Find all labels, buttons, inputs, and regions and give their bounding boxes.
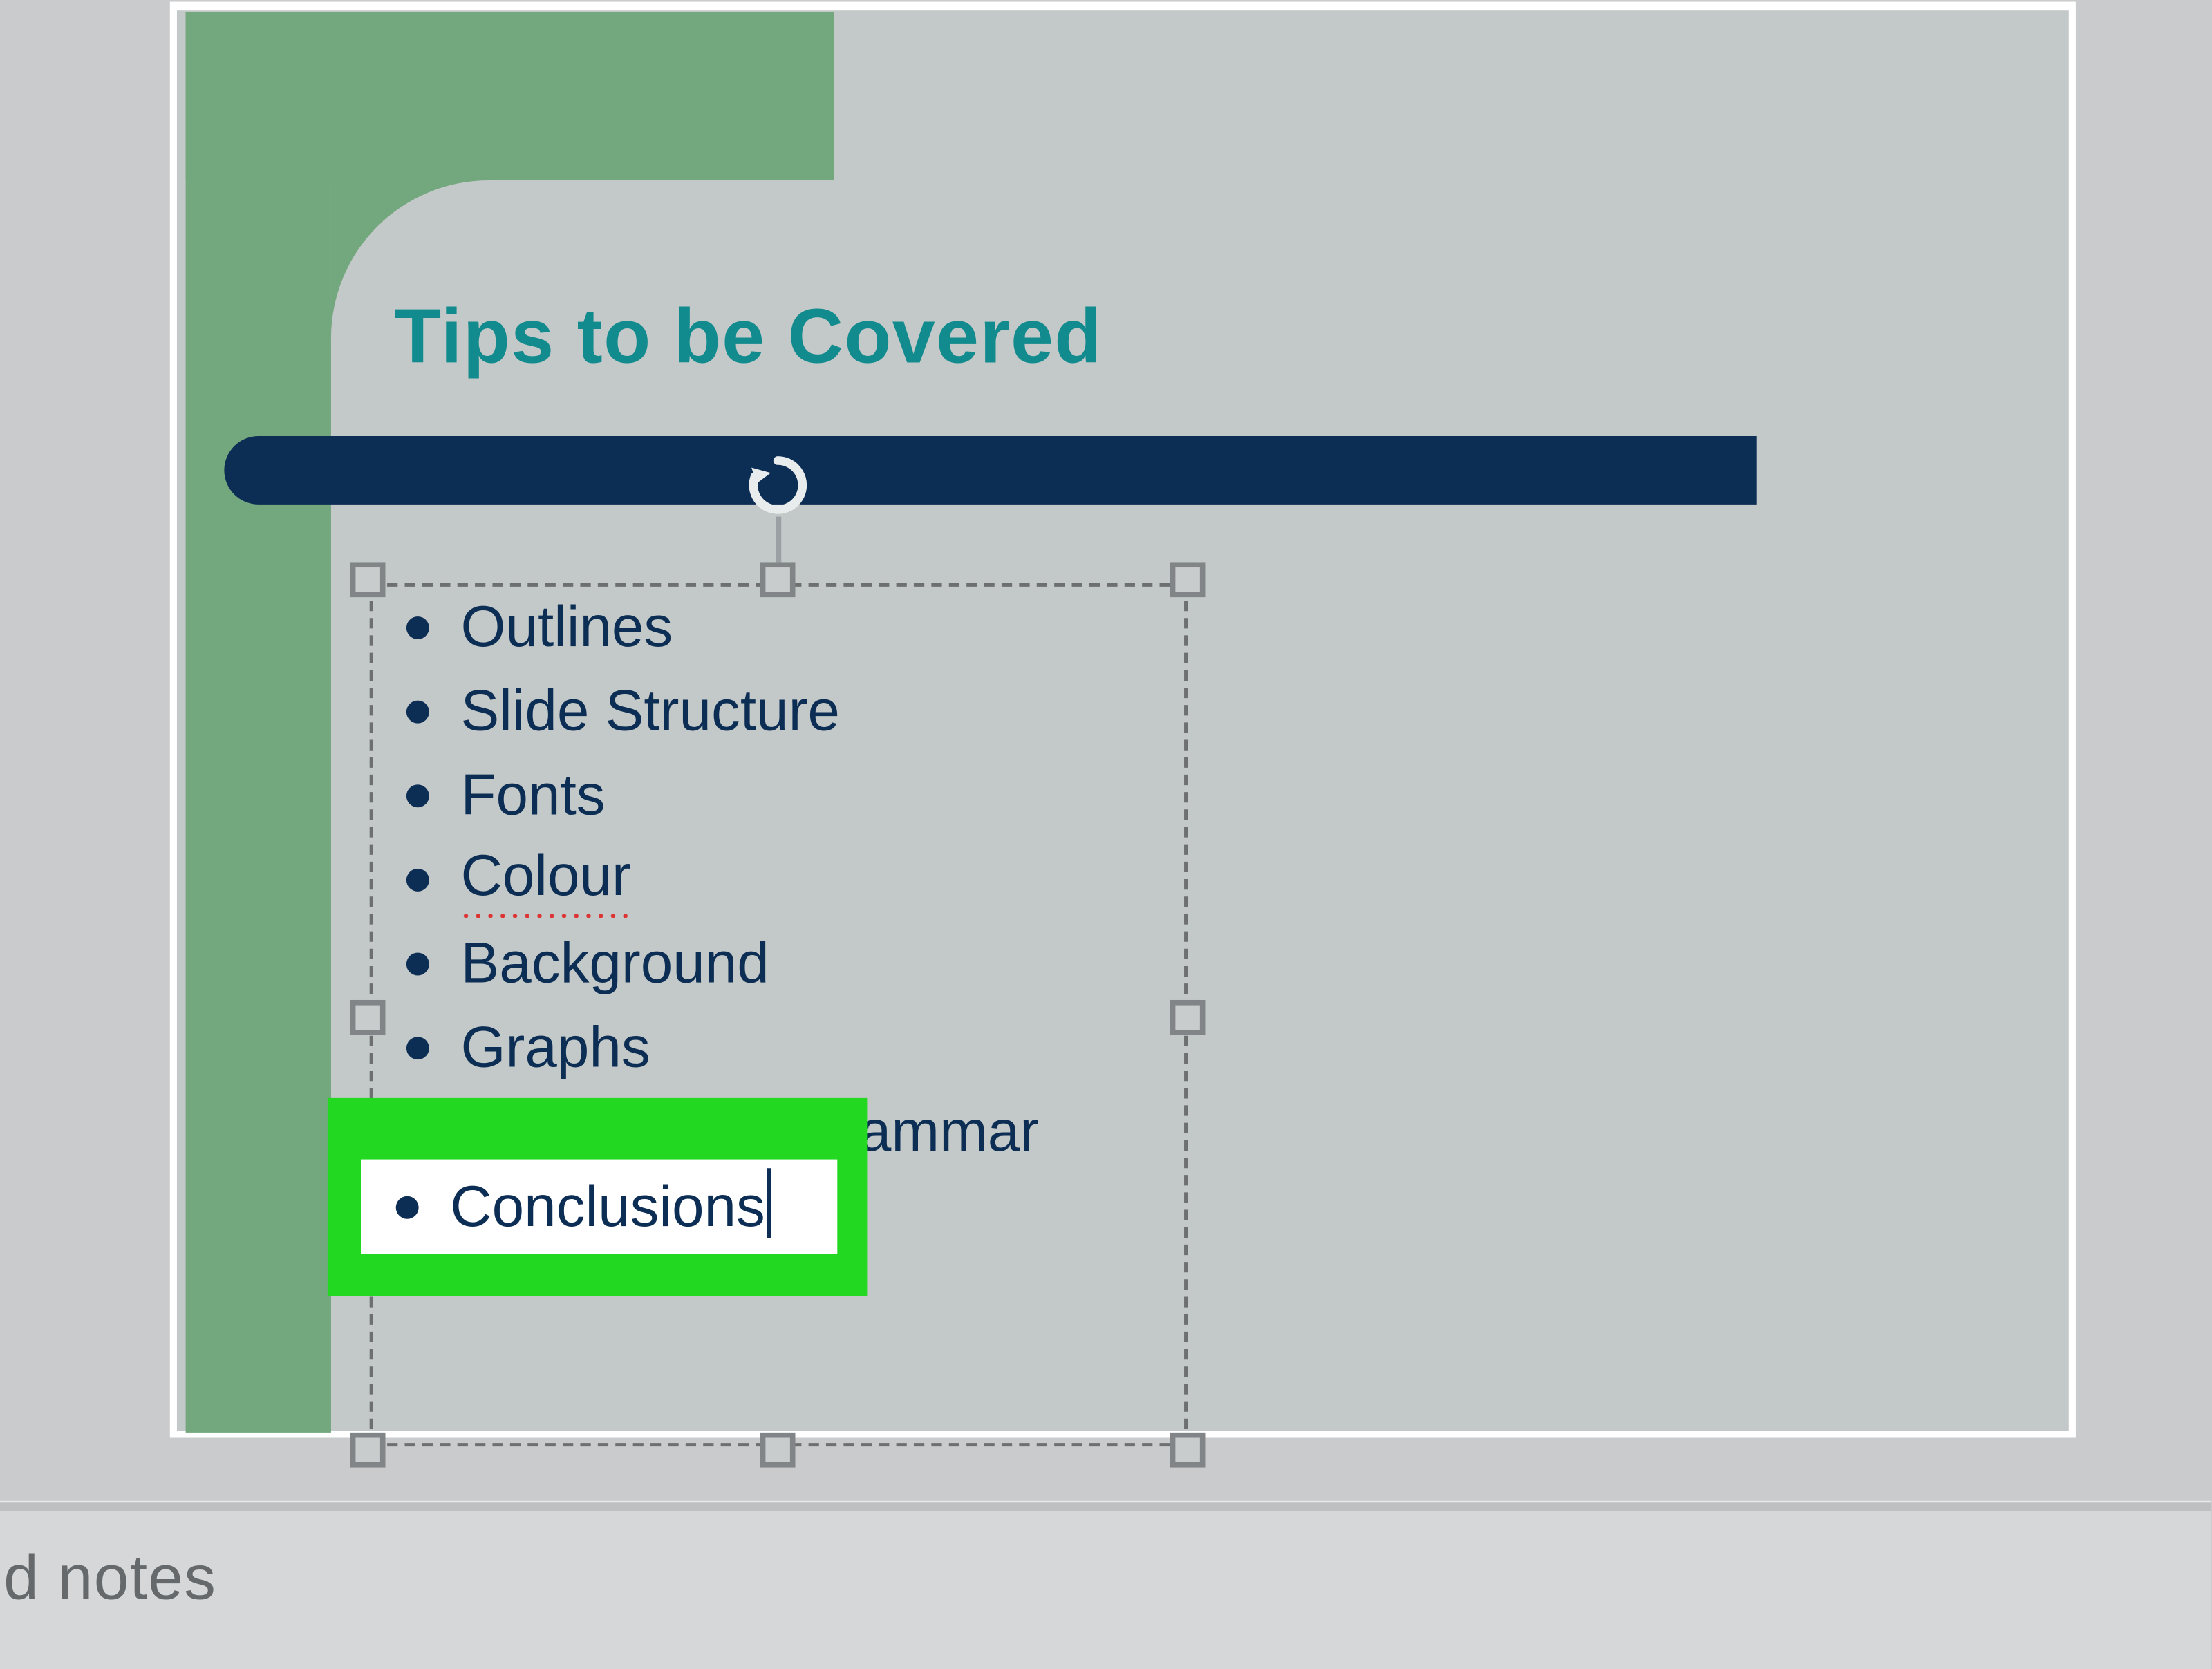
resize-handle-top-middle[interactable] xyxy=(760,562,796,597)
text-box-selection-frame[interactable] xyxy=(370,583,1188,1446)
rotate-handle-stem[interactable] xyxy=(776,517,782,563)
notes-pane[interactable] xyxy=(0,1511,2211,1669)
theme-accent-shape xyxy=(186,12,331,1433)
resize-handle-bottom-middle[interactable] xyxy=(760,1433,796,1468)
resize-handle-middle-left[interactable] xyxy=(350,1000,386,1035)
bullet-icon xyxy=(396,1196,419,1218)
resize-handle-bottom-left[interactable] xyxy=(350,1433,386,1468)
slide-title[interactable]: Tips to be Covered xyxy=(394,294,1102,382)
resize-handle-top-right[interactable] xyxy=(1170,562,1206,597)
highlighted-list-item[interactable]: Conclusions xyxy=(361,1160,837,1254)
resize-handle-bottom-right[interactable] xyxy=(1170,1433,1206,1468)
resize-handle-top-left[interactable] xyxy=(350,562,386,597)
title-underline-bar xyxy=(224,436,1756,505)
resize-handle-middle-right[interactable] xyxy=(1170,1000,1206,1035)
notes-placeholder[interactable]: d notes xyxy=(3,1541,216,1614)
rotate-handle-icon[interactable] xyxy=(747,453,809,516)
list-item-text: Conclusions xyxy=(450,1173,765,1240)
text-cursor-icon xyxy=(767,1168,770,1238)
